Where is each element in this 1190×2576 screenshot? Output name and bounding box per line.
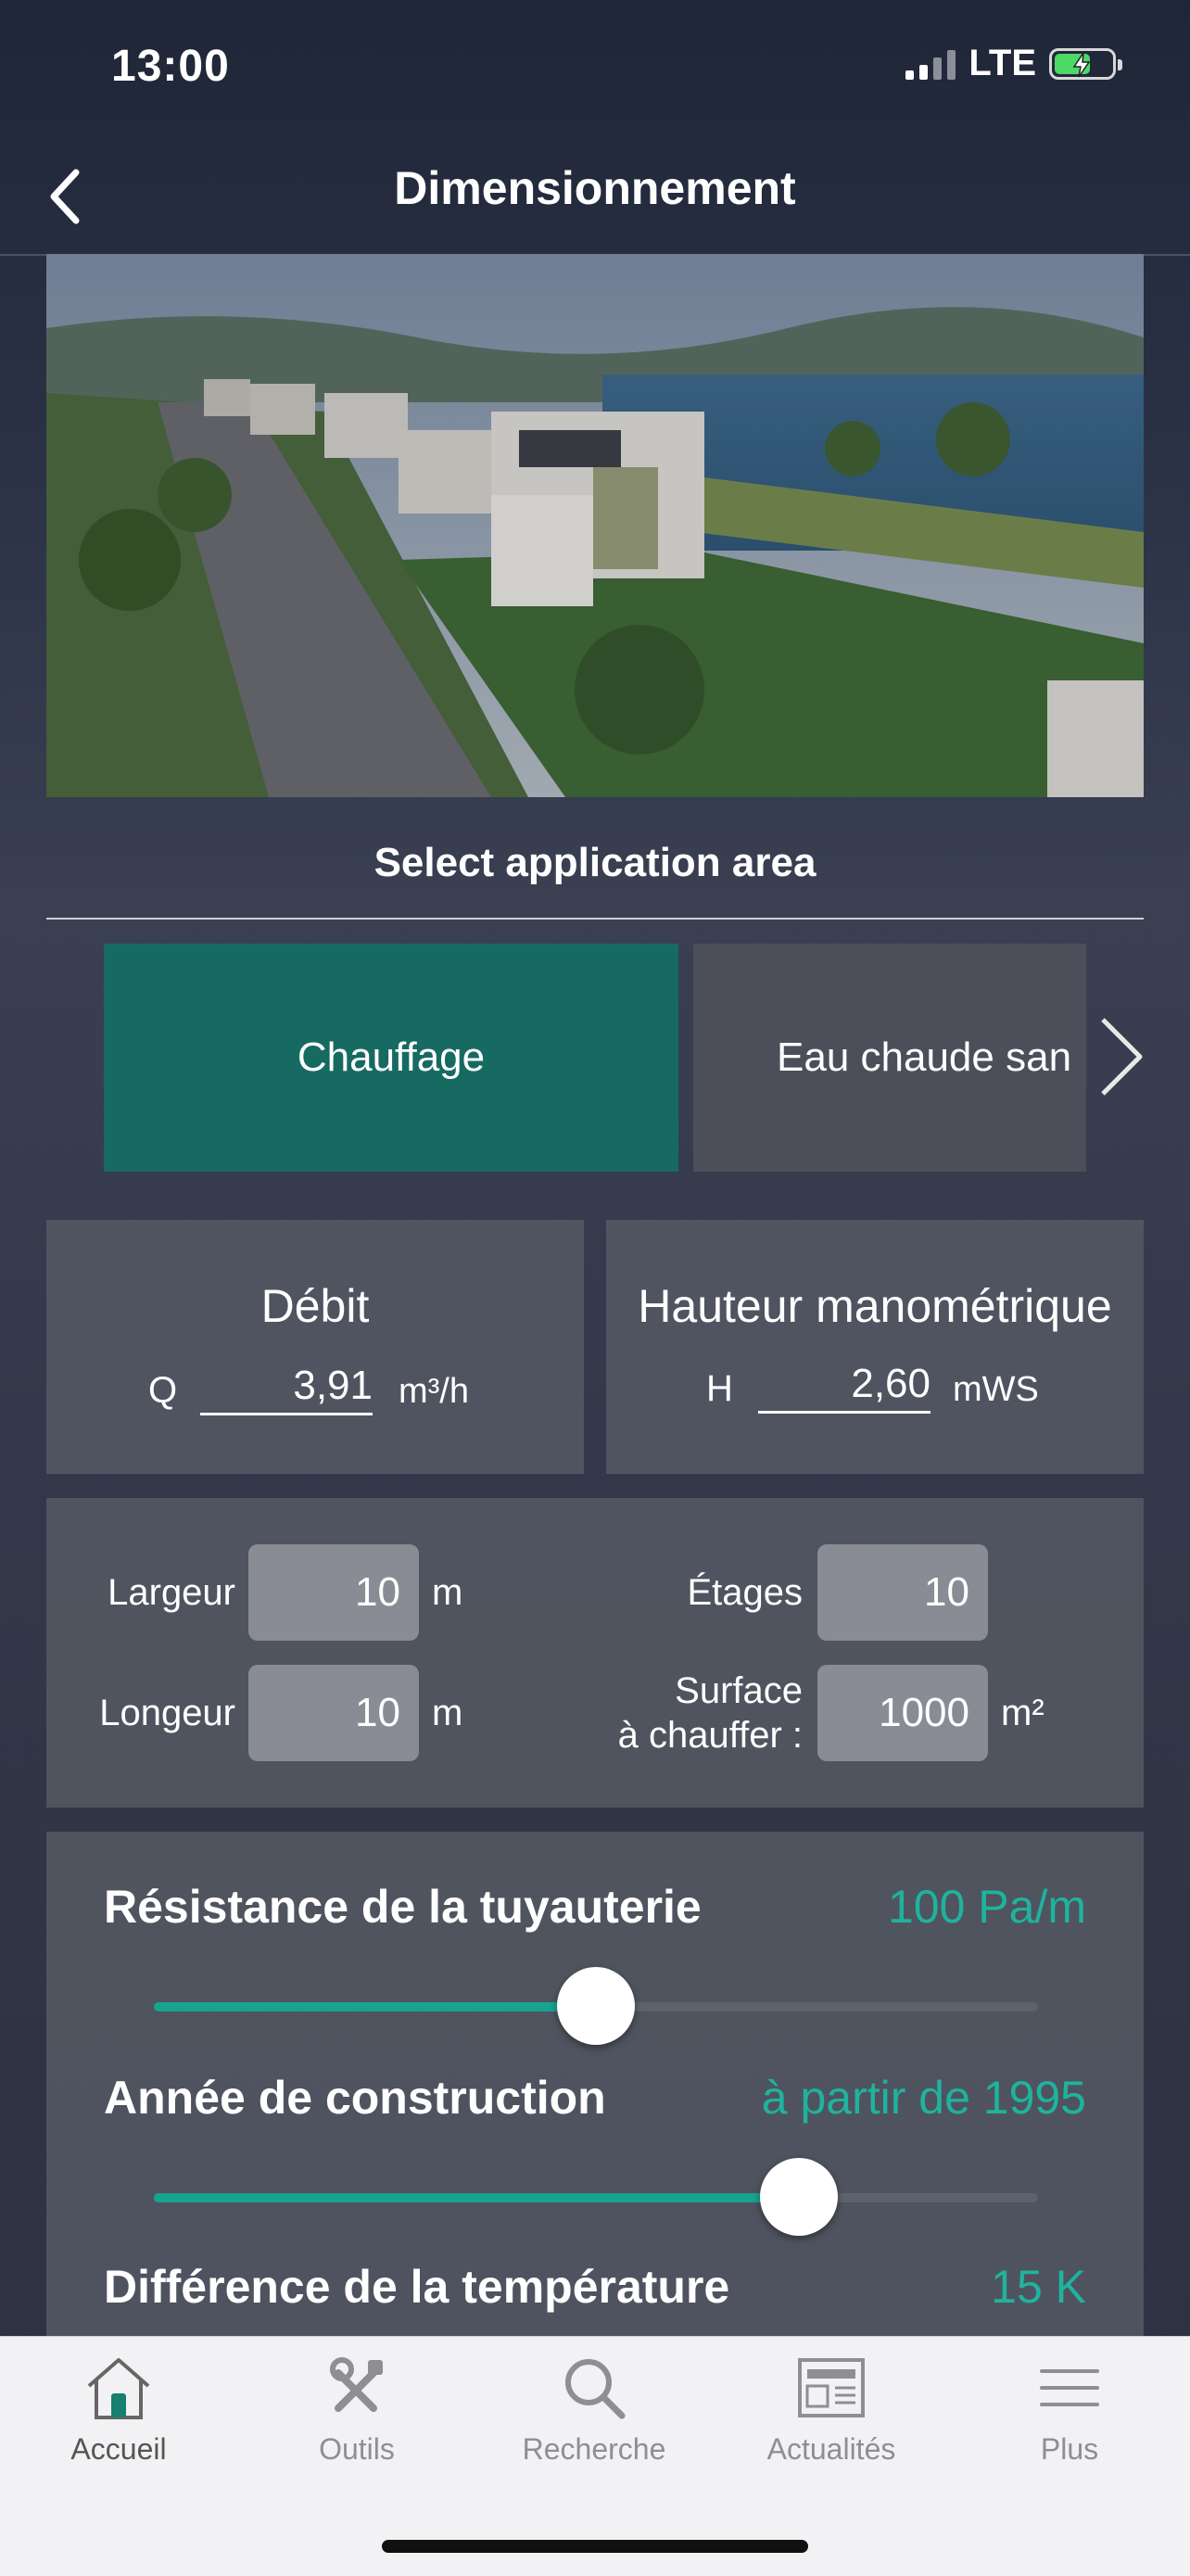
flow-label: Débit <box>260 1280 370 1332</box>
tabbar-label: Plus <box>1040 2432 1099 2466</box>
divider <box>46 918 1144 920</box>
tabbar-item-recherche[interactable]: Recherche <box>501 2351 687 2467</box>
search-icon <box>565 2359 626 2419</box>
head-prefix: H <box>706 1368 733 1409</box>
head-label: Hauteur manométrique <box>638 1280 1112 1332</box>
tabbar-label: Outils <box>319 2432 395 2466</box>
construction-year-slider[interactable] <box>154 2193 1038 2202</box>
construction-year-slider-thumb[interactable] <box>760 2158 839 2236</box>
status-indicators: LTE <box>905 43 1122 84</box>
status-time: 13:00 <box>111 42 230 91</box>
news-icon <box>798 2358 865 2417</box>
construction-year-value: à partir de 1995 <box>761 2072 1086 2124</box>
width-label: Largeur <box>108 1572 235 1613</box>
surface-label: Surface à chauffer : <box>547 1669 803 1758</box>
home-indicator <box>382 2540 808 2553</box>
temperature-difference-value: 15 K <box>991 2261 1086 2313</box>
chevron-right-icon <box>1101 1018 1143 1096</box>
flow-card: Débit Q 3,91 m³/h <box>46 1220 584 1474</box>
tabbar-item-accueil[interactable]: Accueil <box>26 2351 211 2467</box>
head-unit: mWS <box>953 1370 1039 1409</box>
flow-unit: m³/h <box>399 1372 469 1411</box>
menu-icon <box>1040 2369 1099 2406</box>
tab-label: Chauffage <box>297 1034 486 1080</box>
flow-input[interactable]: 3,91 <box>200 1363 373 1415</box>
tabbar-label: Recherche <box>522 2432 666 2466</box>
signal-icon <box>905 48 956 80</box>
width-unit: m <box>432 1572 463 1613</box>
parameters-card: Résistance de la tuyauterie 100 Pa/m Ann… <box>46 1832 1144 2351</box>
surface-label-line1: Surface <box>675 1670 803 1711</box>
surface-input[interactable]: 1000 <box>817 1665 988 1761</box>
temperature-difference-label: Différence de la température <box>104 2261 730 2313</box>
length-input[interactable]: 10 <box>248 1665 419 1761</box>
tabbar-label: Actualités <box>766 2432 896 2466</box>
tabbar-label: Accueil <box>70 2432 167 2466</box>
page-title: Dimensionnement <box>394 162 796 214</box>
home-icon <box>87 2358 150 2419</box>
tabbar-item-outils[interactable]: Outils <box>264 2351 449 2467</box>
pipe-resistance-slider-thumb[interactable] <box>557 1967 635 2045</box>
tools-icon <box>330 2357 383 2412</box>
section-title: Select application area <box>373 840 817 885</box>
network-label: LTE <box>968 43 1036 83</box>
floors-label: Étages <box>687 1572 803 1613</box>
length-unit: m <box>432 1693 463 1733</box>
head-input[interactable]: 2,60 <box>758 1361 930 1414</box>
floors-input[interactable]: 10 <box>817 1544 988 1641</box>
surface-label-line2: à chauffer : <box>617 1715 803 1756</box>
battery-icon <box>1049 47 1122 80</box>
surface-unit: m² <box>1001 1693 1044 1733</box>
tabbar-item-actualites[interactable]: Actualités <box>739 2351 924 2467</box>
width-input[interactable]: 10 <box>248 1544 419 1641</box>
flow-prefix: Q <box>148 1370 178 1411</box>
pipe-resistance-value: 100 Pa/m <box>887 1881 1086 1933</box>
dimensions-card: Largeur 10 m Longeur 10 m Étages 10 Surf… <box>46 1498 1144 1808</box>
scroll-right-button[interactable] <box>1094 1010 1149 1103</box>
tab-chauffage[interactable]: Chauffage <box>104 944 678 1172</box>
pipe-resistance-label: Résistance de la tuyauterie <box>104 1881 702 1933</box>
tab-label: Eau chaude san <box>777 1034 1072 1080</box>
tabbar-item-plus[interactable]: Plus <box>977 2351 1162 2467</box>
length-label: Longeur <box>99 1693 235 1733</box>
hero-image <box>46 254 1144 797</box>
construction-year-label: Année de construction <box>104 2072 606 2124</box>
tab-eau-chaude[interactable]: Eau chaude san <box>693 944 1086 1172</box>
head-card: Hauteur manométrique H 2,60 mWS <box>606 1220 1144 1474</box>
